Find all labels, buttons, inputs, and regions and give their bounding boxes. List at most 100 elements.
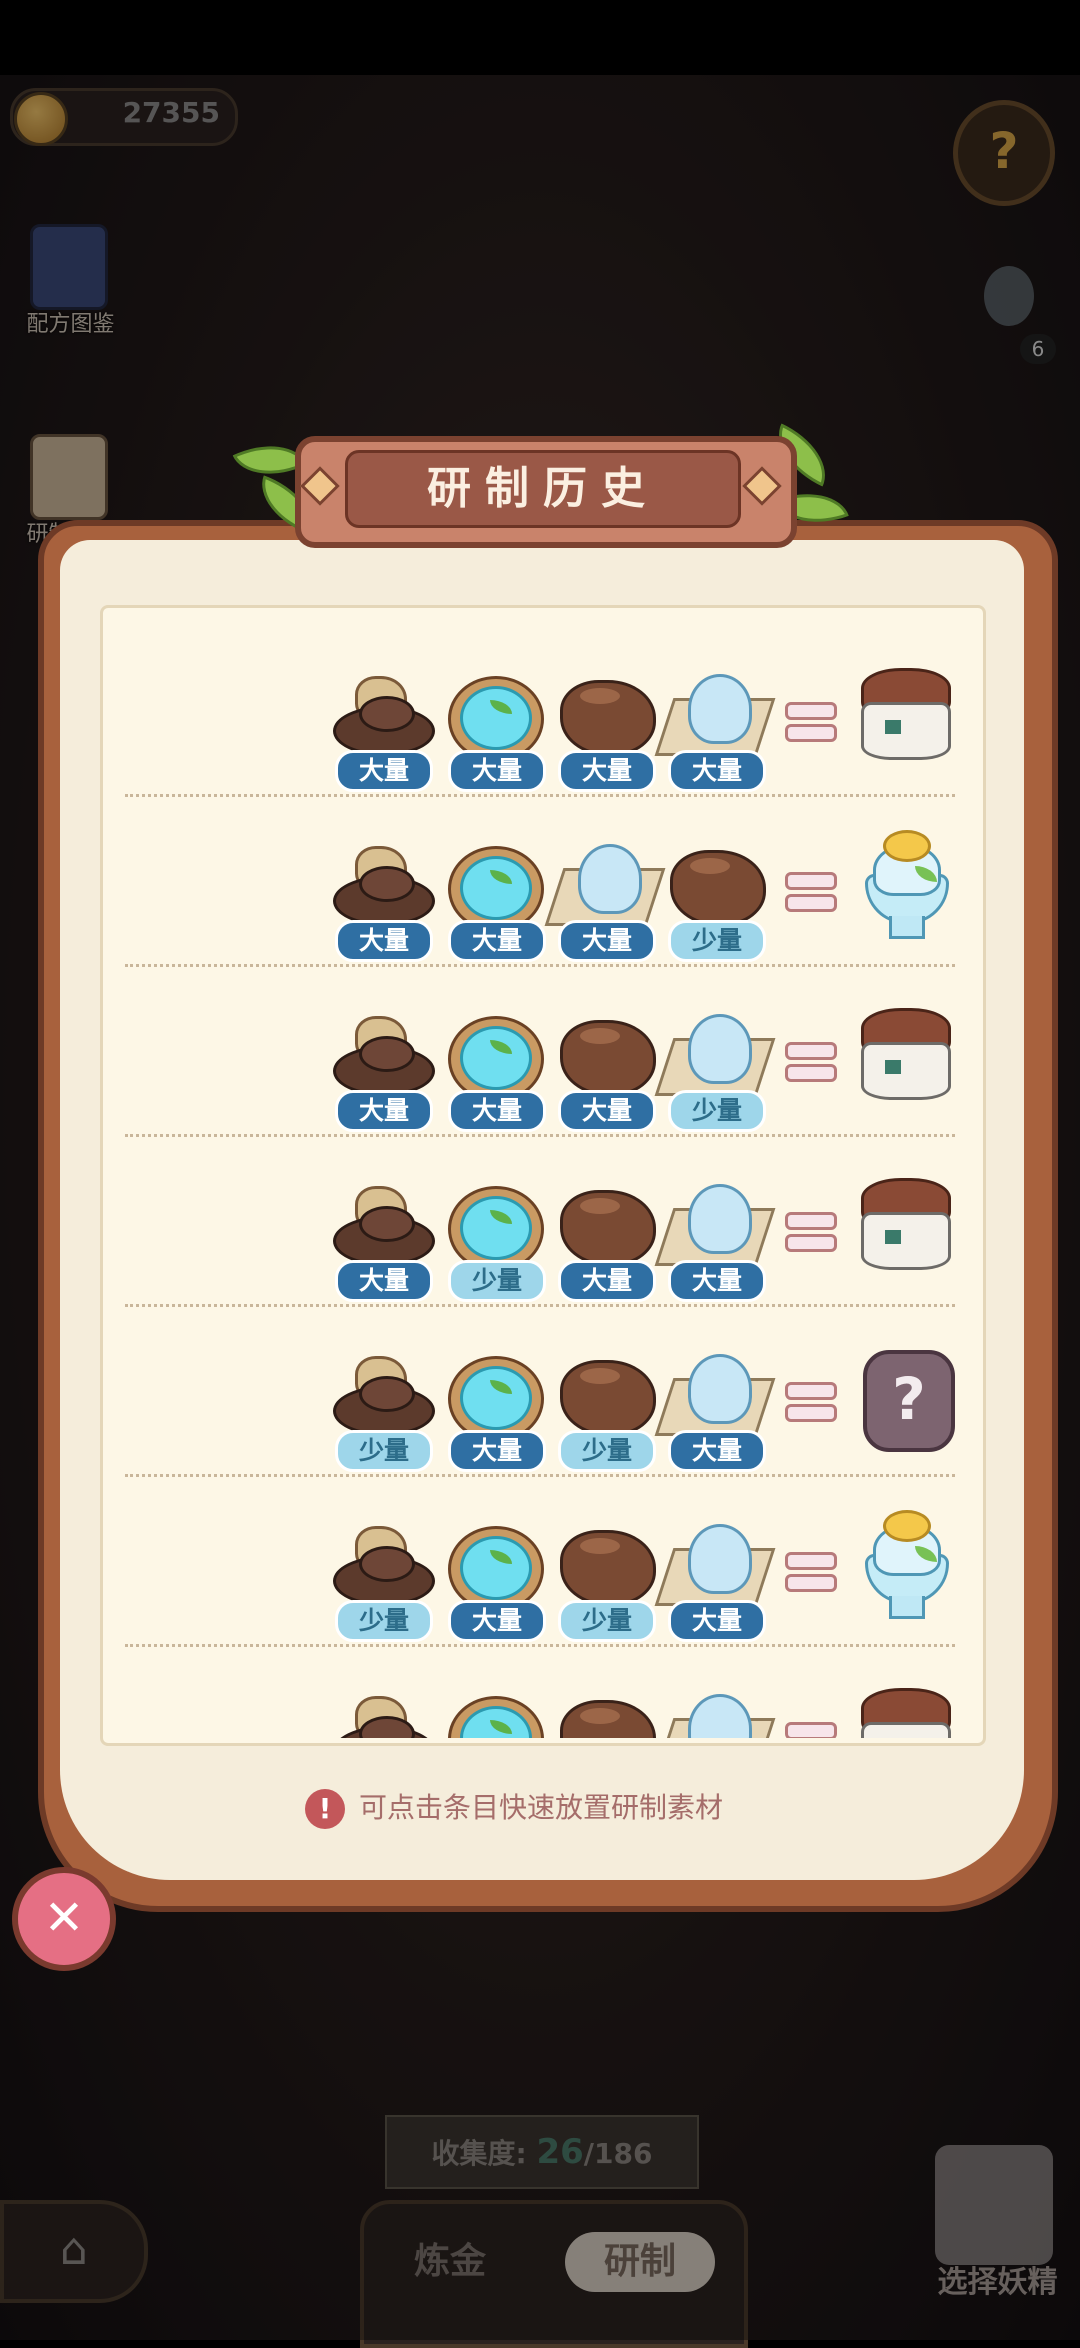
ice-paper-icon bbox=[654, 1350, 776, 1438]
ingredient-slot: 大量 bbox=[438, 1350, 550, 1472]
ingredient-slot: 少量 bbox=[325, 1350, 437, 1472]
soil-lump-icon bbox=[552, 1010, 656, 1098]
hint-text: 可点击条目快速放置研制素材 bbox=[359, 1791, 724, 1824]
hint-bar: ! 可点击条目快速放置研制素材 bbox=[305, 1786, 785, 1830]
water-bowl-icon bbox=[442, 840, 546, 932]
row-divider bbox=[125, 794, 955, 797]
row-divider bbox=[125, 1304, 955, 1307]
quantity-badge: 大量 bbox=[448, 1600, 546, 1642]
herb-pile-icon bbox=[329, 1010, 435, 1098]
close-button[interactable]: ✕ bbox=[12, 1867, 116, 1971]
water-bowl-icon bbox=[442, 1010, 546, 1102]
herb-pile-icon bbox=[329, 840, 435, 928]
quantity-badge: 大量 bbox=[448, 1430, 546, 1472]
ingredient-slot: 大量 bbox=[654, 670, 776, 792]
ingredient-slot: 大量 bbox=[325, 670, 437, 792]
equals-icon bbox=[785, 1040, 837, 1082]
quantity-badge: 大量 bbox=[668, 1600, 766, 1642]
ingredient-slot bbox=[325, 1690, 437, 1738]
ice-paper-icon bbox=[654, 1180, 776, 1268]
herb-pile-icon bbox=[329, 1350, 435, 1438]
ice-paper-icon bbox=[654, 1520, 776, 1608]
quantity-badge: 少量 bbox=[335, 1600, 433, 1642]
soil-lump-icon bbox=[552, 1350, 656, 1438]
ingredient-slot bbox=[654, 1690, 776, 1738]
ice-paper-icon bbox=[654, 670, 776, 758]
result-item bbox=[855, 1170, 951, 1282]
ingredient-slot: 大量 bbox=[548, 670, 660, 792]
status-bar bbox=[0, 0, 1080, 75]
quantity-badge: 少量 bbox=[448, 1260, 546, 1302]
ingredient-slot: 大量 bbox=[438, 840, 550, 962]
herb-pile-icon bbox=[329, 1520, 435, 1608]
ingredient-slot: 少量 bbox=[658, 840, 770, 962]
result-item: ? bbox=[855, 1340, 955, 1452]
water-bowl-icon bbox=[442, 1180, 546, 1272]
ice-paper-icon bbox=[654, 1010, 776, 1098]
row-divider bbox=[125, 1134, 955, 1137]
ingredient-slot: 大量 bbox=[654, 1350, 776, 1472]
soil-lump-icon bbox=[552, 1520, 656, 1608]
ingredient-slot: 大量 bbox=[548, 1010, 660, 1132]
quantity-badge: 少量 bbox=[668, 920, 766, 962]
quantity-badge: 大量 bbox=[448, 920, 546, 962]
unknown-result-icon: ? bbox=[863, 1350, 955, 1452]
herb-pile-icon bbox=[329, 670, 435, 758]
quantity-badge: 大量 bbox=[668, 750, 766, 792]
modal-title: 研制历史 bbox=[345, 450, 741, 528]
ingredient-slot: 少量 bbox=[325, 1520, 437, 1642]
quantity-badge: 大量 bbox=[448, 750, 546, 792]
ice-paper-icon bbox=[654, 1690, 776, 1738]
quantity-badge: 大量 bbox=[558, 1090, 656, 1132]
soil-lump-icon bbox=[552, 670, 656, 758]
ingredient-slot: 大量 bbox=[325, 840, 437, 962]
water-bowl-icon bbox=[442, 1520, 546, 1612]
quantity-badge: 少量 bbox=[558, 1600, 656, 1642]
equals-icon bbox=[785, 1720, 837, 1738]
ingredient-slot: 少量 bbox=[548, 1520, 660, 1642]
history-row[interactable] bbox=[120, 1672, 960, 1738]
quantity-badge: 少量 bbox=[335, 1430, 433, 1472]
equals-icon bbox=[785, 1550, 837, 1592]
quantity-badge: 大量 bbox=[335, 1090, 433, 1132]
ingredient-slot: 大量 bbox=[438, 1520, 550, 1642]
result-item bbox=[855, 1680, 951, 1738]
equals-icon bbox=[785, 1380, 837, 1422]
ice-paper-icon bbox=[544, 840, 666, 928]
quantity-badge: 大量 bbox=[558, 750, 656, 792]
close-icon: ✕ bbox=[43, 1890, 85, 1946]
quantity-badge: 大量 bbox=[335, 920, 433, 962]
row-divider bbox=[125, 1644, 955, 1647]
quantity-badge: 少量 bbox=[558, 1430, 656, 1472]
ingredient-slot: 少量 bbox=[438, 1180, 550, 1302]
water-bowl-icon bbox=[442, 670, 546, 762]
equals-icon bbox=[785, 870, 837, 912]
result-item bbox=[855, 830, 951, 942]
herb-pile-icon bbox=[329, 1690, 435, 1738]
water-bowl-icon bbox=[442, 1690, 546, 1738]
herb-pile-icon bbox=[329, 1180, 435, 1268]
result-item bbox=[855, 660, 951, 772]
ingredient-slot bbox=[438, 1690, 550, 1738]
soil-lump-icon bbox=[552, 1180, 656, 1268]
quantity-badge: 大量 bbox=[448, 1090, 546, 1132]
ingredient-slot: 大量 bbox=[438, 1010, 550, 1132]
quantity-badge: 大量 bbox=[668, 1430, 766, 1472]
ingredient-slot bbox=[548, 1690, 660, 1738]
result-item bbox=[855, 1510, 951, 1622]
equals-icon bbox=[785, 1210, 837, 1252]
soil-lump-icon bbox=[662, 840, 766, 928]
row-divider bbox=[125, 964, 955, 967]
water-bowl-icon bbox=[442, 1350, 546, 1442]
row-divider bbox=[125, 1474, 955, 1477]
ingredient-slot: 少量 bbox=[548, 1350, 660, 1472]
ingredient-slot: 大量 bbox=[438, 670, 550, 792]
equals-icon bbox=[785, 700, 837, 742]
quantity-badge: 大量 bbox=[335, 750, 433, 792]
ingredient-slot: 大量 bbox=[544, 840, 666, 962]
ingredient-slot: 大量 bbox=[548, 1180, 660, 1302]
warning-icon: ! bbox=[305, 1789, 345, 1829]
ingredient-slot: 大量 bbox=[325, 1010, 437, 1132]
quantity-badge: 少量 bbox=[668, 1090, 766, 1132]
ingredient-slot: 大量 bbox=[654, 1520, 776, 1642]
